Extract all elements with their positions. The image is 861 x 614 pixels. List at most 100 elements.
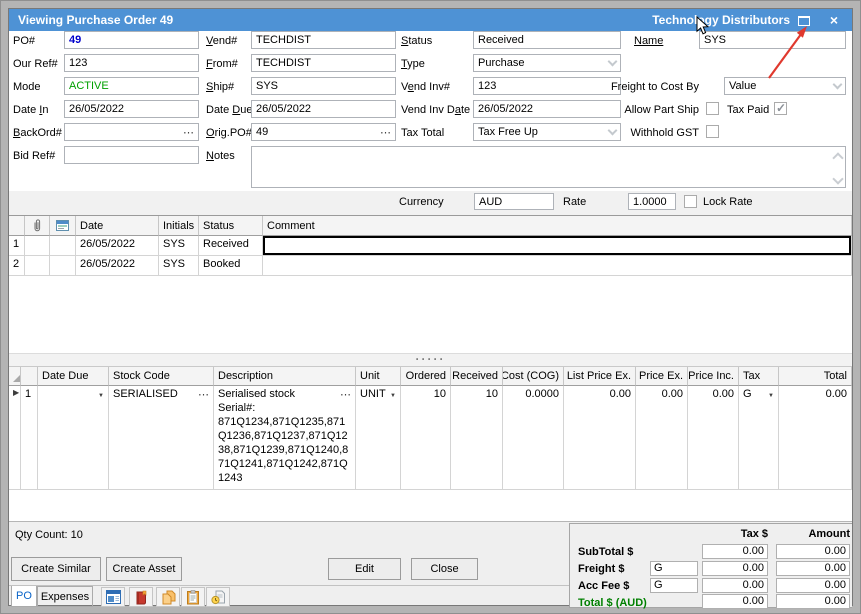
ellipsis-icon[interactable] [380,126,391,139]
history-status-cell[interactable]: Received [199,236,263,256]
item-list-price-header[interactable]: List Price Ex. [564,367,636,386]
history-date-cell[interactable]: 26/05/2022 [76,236,159,256]
item-ordered-header[interactable]: Ordered [401,367,451,386]
orig-po-field[interactable]: 49 [251,123,396,141]
clipboard-icon[interactable] [181,587,205,607]
dropdown-arrow-icon[interactable] [98,388,104,400]
item-received-cell[interactable]: 10 [451,386,503,490]
history-comment-cell[interactable] [263,256,852,276]
create-similar-button[interactable]: Create Similar [11,557,101,581]
item-ordered-cell[interactable]: 10 [401,386,451,490]
purchase-order-window: Viewing Purchase Order 49 Technology Dis… [8,8,853,606]
create-asset-button[interactable]: Create Asset [106,557,182,581]
attachment-cell[interactable] [25,256,50,276]
date-due-field[interactable]: 26/05/2022 [251,100,396,118]
dropdown-arrow-icon[interactable] [390,388,396,400]
history-initials-cell[interactable]: SYS [159,236,199,256]
item-list-price-cell[interactable]: 0.00 [564,386,636,490]
item-tax-header[interactable]: Tax [739,367,779,386]
maximize-icon[interactable] [798,16,810,26]
status-field[interactable]: Received [473,31,621,49]
row-number-header[interactable] [9,216,25,236]
backord-field[interactable] [64,123,199,141]
item-price-inc-header[interactable]: Price Inc. [688,367,739,386]
history-status-cell[interactable]: Booked [199,256,263,276]
row-number-cell[interactable]: 1 [21,386,38,490]
tab-po[interactable]: PO [11,586,37,607]
scroll-down-icon[interactable] [834,175,842,183]
history-date-cell[interactable]: 26/05/2022 [76,256,159,276]
item-description-cell[interactable]: Serialised stock Serial#: 871Q1234,871Q1… [214,386,356,490]
lock-rate-checkbox[interactable] [684,195,697,208]
copy-documents-icon[interactable] [156,587,180,607]
item-received-header[interactable]: Received [451,367,503,386]
close-icon[interactable]: × [826,10,842,30]
name-label: Name [634,35,663,47]
mode-field[interactable]: ACTIVE [64,77,199,95]
qty-count: Qty Count: 10 [15,529,83,541]
splitter-handle[interactable] [9,353,852,367]
history-comment-cell-selected[interactable] [263,236,852,256]
window-titlebar[interactable]: Viewing Purchase Order 49 Technology Dis… [9,9,852,31]
currency-field[interactable]: AUD [474,193,554,210]
form-report-icon[interactable] [101,587,125,607]
row-number-cell[interactable]: 1 [9,236,25,256]
close-button[interactable]: Close [411,558,478,580]
freight-cost-by-dropdown[interactable]: Value [724,77,846,95]
name-field[interactable]: SYS [699,31,846,49]
attachment-cell[interactable] [25,236,50,256]
ellipsis-icon[interactable] [340,388,351,401]
item-stock-code-cell[interactable]: SERIALISED [109,386,214,490]
paperclip-icon[interactable] [25,216,50,236]
row-number-header[interactable] [21,367,38,386]
acc-fee-tax-code-field[interactable]: G [650,578,698,593]
tax-paid-checkbox[interactable] [774,102,787,115]
our-ref-label: Our Ref# [13,58,58,70]
memo-cell[interactable] [50,256,76,276]
history-clock-icon[interactable] [206,587,230,607]
freight-tax-code-field[interactable]: G [650,561,698,576]
item-total-cell[interactable]: 0.00 [779,386,852,490]
item-cost-header[interactable]: Cost (COG) [503,367,564,386]
vend-field[interactable]: TECHDIST [251,31,396,49]
our-ref-field[interactable]: 123 [64,54,199,72]
freight-amount-field: 0.00 [776,561,850,576]
ellipsis-icon[interactable] [198,388,209,401]
memo-cell[interactable] [50,236,76,256]
item-date-due-header[interactable]: Date Due [38,367,109,386]
ellipsis-icon[interactable] [183,126,194,139]
item-unit-header[interactable]: Unit [356,367,401,386]
item-stock-code-header[interactable]: Stock Code [109,367,214,386]
item-price-ex-cell[interactable]: 0.00 [636,386,688,490]
po-field[interactable]: 49 [64,31,199,49]
dropdown-arrow-icon[interactable] [768,388,774,400]
ship-field[interactable]: SYS [251,77,396,95]
book-icon[interactable] [129,587,153,607]
item-price-ex-header[interactable]: Price Ex. [636,367,688,386]
item-price-inc-cell[interactable]: 0.00 [688,386,739,490]
date-in-field[interactable]: 26/05/2022 [64,100,199,118]
rate-field[interactable]: 1.0000 [628,193,676,210]
history-status-header[interactable]: Status [199,216,263,236]
history-initials-header[interactable]: Initials [159,216,199,236]
from-field[interactable]: TECHDIST [251,54,396,72]
history-initials-cell[interactable]: SYS [159,256,199,276]
history-date-header[interactable]: Date [76,216,159,236]
memo-icon[interactable] [50,216,76,236]
withhold-gst-checkbox[interactable] [706,125,719,138]
row-number-cell[interactable]: 2 [9,256,25,276]
edit-button[interactable]: Edit [328,558,401,580]
history-comment-header[interactable]: Comment [263,216,852,236]
item-cost-cell[interactable]: 0.0000 [503,386,564,490]
item-unit-cell[interactable]: UNIT [356,386,401,490]
allow-part-ship-checkbox[interactable] [706,102,719,115]
item-description-header[interactable]: Description [214,367,356,386]
item-total-header[interactable]: Total [779,367,852,386]
type-dropdown[interactable]: Purchase [473,54,621,72]
bid-ref-field[interactable] [64,146,199,164]
notes-field[interactable] [251,146,846,188]
item-date-due-cell[interactable] [38,386,109,490]
item-tax-cell[interactable]: G [739,386,779,490]
scroll-up-icon[interactable] [834,151,842,159]
tab-expenses[interactable]: Expenses [37,586,93,607]
